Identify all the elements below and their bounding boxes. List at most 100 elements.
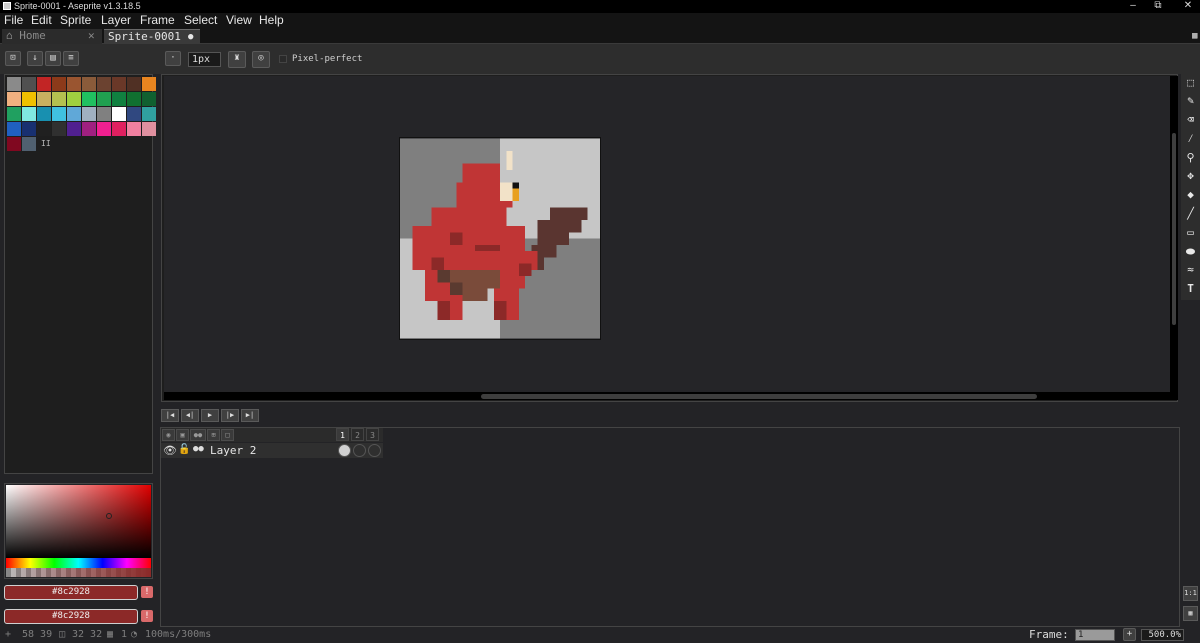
menu-edit[interactable]: Edit — [31, 13, 52, 29]
background-color-field[interactable]: #8c2928 — [4, 609, 138, 624]
lock-header-icon[interactable]: ▣ — [176, 429, 189, 441]
palette-sort-icon[interactable]: ↓ — [27, 51, 43, 66]
menu-sprite[interactable]: Sprite — [60, 13, 91, 29]
cel-frame-1[interactable] — [338, 444, 351, 457]
lasso-tool-icon[interactable]: ✎ — [1183, 93, 1198, 108]
palette-swatch[interactable] — [82, 122, 96, 136]
palette-swatch[interactable] — [127, 107, 141, 121]
palette-swatch[interactable] — [82, 107, 96, 121]
palette-swatch[interactable] — [7, 107, 21, 121]
palette-swatch[interactable] — [52, 92, 66, 106]
frame-header-3[interactable]: 3 — [366, 428, 379, 441]
rectangle-tool-icon[interactable]: ▭ — [1183, 225, 1198, 240]
palette-swatch[interactable] — [112, 77, 126, 91]
menu-layer[interactable]: Layer — [101, 13, 131, 29]
marquee-tool-icon[interactable]: ⬚ — [1183, 75, 1198, 90]
symmetry-icon[interactable]: ◎ — [252, 51, 270, 68]
palette-swatch[interactable] — [82, 92, 96, 106]
hue-slider[interactable] — [6, 558, 151, 568]
saturation-value-box[interactable] — [6, 485, 151, 558]
pixel-perfect-checkbox[interactable] — [279, 55, 287, 63]
palette-swatch[interactable] — [127, 92, 141, 106]
palette-options-icon[interactable]: ≡ — [63, 51, 79, 66]
palette-swatch[interactable] — [97, 77, 111, 91]
foreground-color-field[interactable]: #8c2928 — [4, 585, 138, 600]
menu-view[interactable]: View — [226, 13, 252, 29]
palette-swatch[interactable] — [112, 122, 126, 136]
palette-swatch[interactable] — [67, 122, 81, 136]
palette-swatch[interactable] — [67, 77, 81, 91]
frame-header-1[interactable]: 1 — [336, 428, 349, 441]
palette-swatch[interactable] — [37, 122, 51, 136]
continuous-header-icon[interactable]: ●● — [190, 429, 206, 441]
new-layer-header-icon[interactable]: □ — [221, 429, 234, 441]
maximize-icon[interactable]: ⧉ — [1151, 0, 1165, 13]
palette-swatch[interactable] — [7, 137, 21, 151]
palette-swatch[interactable] — [127, 77, 141, 91]
palette-swatch[interactable] — [97, 92, 111, 106]
minimize-icon[interactable]: – — [1126, 0, 1140, 13]
frame-input[interactable]: 1 — [1075, 629, 1115, 641]
palette-swatch[interactable] — [52, 107, 66, 121]
close-tab-icon[interactable]: ✕ — [88, 29, 95, 43]
palette-swatch[interactable] — [22, 137, 36, 151]
palette-swatch[interactable] — [37, 92, 51, 106]
eraser-tool-icon[interactable]: ⌫ — [1183, 112, 1198, 127]
palette-swatch[interactable] — [97, 122, 111, 136]
layer-lock-icon[interactable]: 🔓 — [178, 444, 190, 455]
timeline-zoom-fit-icon[interactable]: 1:1 — [1183, 586, 1198, 601]
palette-swatch[interactable] — [112, 107, 126, 121]
palette-swatch[interactable] — [67, 107, 81, 121]
alpha-slider[interactable] — [6, 568, 151, 577]
horizontal-scrollbar[interactable] — [481, 394, 1037, 399]
tab-sprite[interactable]: Sprite-0001 ● — [104, 29, 200, 44]
fg-warning-icon[interactable]: ! — [141, 586, 153, 598]
palette-swatch[interactable] — [22, 107, 36, 121]
ink-icon[interactable]: ♜ — [228, 51, 246, 68]
contour-tool-icon[interactable]: ⬬ — [1183, 244, 1198, 259]
menu-select[interactable]: Select — [184, 13, 217, 29]
sprite-canvas[interactable] — [399, 137, 601, 340]
cel-frame-2[interactable] — [353, 444, 366, 457]
palette-presets-icon[interactable]: ▤ — [45, 51, 61, 66]
menu-frame[interactable]: Frame — [140, 13, 175, 29]
eyedropper-tool-icon[interactable]: ⁄ — [1183, 131, 1198, 146]
palette-swatch[interactable] — [127, 122, 141, 136]
layer-visible-icon[interactable]: 👁 — [163, 444, 177, 457]
palette-swatch[interactable] — [142, 92, 156, 106]
last-frame-icon[interactable]: ▶| — [241, 409, 259, 422]
bg-warning-icon[interactable]: ! — [141, 610, 153, 622]
menu-help[interactable]: Help — [259, 13, 284, 29]
visibility-header-icon[interactable]: ◉ — [162, 429, 175, 441]
palette-swatch[interactable] — [22, 122, 36, 136]
line-tool-icon[interactable]: ╱ — [1183, 206, 1198, 221]
palette-swatch[interactable] — [97, 107, 111, 121]
layer-continuous-icon[interactable]: ●● — [193, 444, 204, 454]
timeline-options-icon[interactable]: ▦ — [1183, 606, 1198, 621]
palette-swatch[interactable] — [112, 92, 126, 106]
first-frame-icon[interactable]: |◀ — [161, 409, 179, 422]
palette-swatch[interactable] — [142, 77, 156, 91]
editor-canvas[interactable] — [164, 76, 1170, 392]
layer-name[interactable]: Layer 2 — [210, 444, 256, 457]
zoom-field[interactable]: 500.0% — [1141, 629, 1184, 641]
zoom-tool-icon[interactable]: ⚲ — [1183, 150, 1198, 165]
text-tool-icon[interactable]: T — [1183, 281, 1198, 296]
vertical-scrollbar[interactable] — [1172, 133, 1176, 325]
brush-size-field[interactable]: 1px — [188, 52, 221, 67]
palette-swatch[interactable] — [7, 122, 21, 136]
paint-bucket-tool-icon[interactable]: ◆ — [1183, 187, 1198, 202]
brush-type-icon[interactable]: · — [165, 51, 181, 66]
palette-swatch[interactable] — [7, 92, 21, 106]
cel-frame-3[interactable] — [368, 444, 381, 457]
tabs-menu-icon[interactable]: ▦ — [1192, 31, 1197, 41]
tab-home[interactable]: ⌂ Home ✕ — [2, 29, 102, 44]
lock-alpha-icon[interactable]: ⊡ — [5, 51, 21, 66]
blur-tool-icon[interactable]: ≈ — [1183, 262, 1198, 277]
palette-swatch[interactable] — [52, 77, 66, 91]
next-frame-icon[interactable]: |▶ — [221, 409, 239, 422]
frame-header-2[interactable]: 2 — [351, 428, 364, 441]
palette-swatch[interactable] — [82, 77, 96, 91]
move-tool-icon[interactable]: ✥ — [1183, 168, 1198, 183]
palette-swatch[interactable] — [142, 122, 156, 136]
